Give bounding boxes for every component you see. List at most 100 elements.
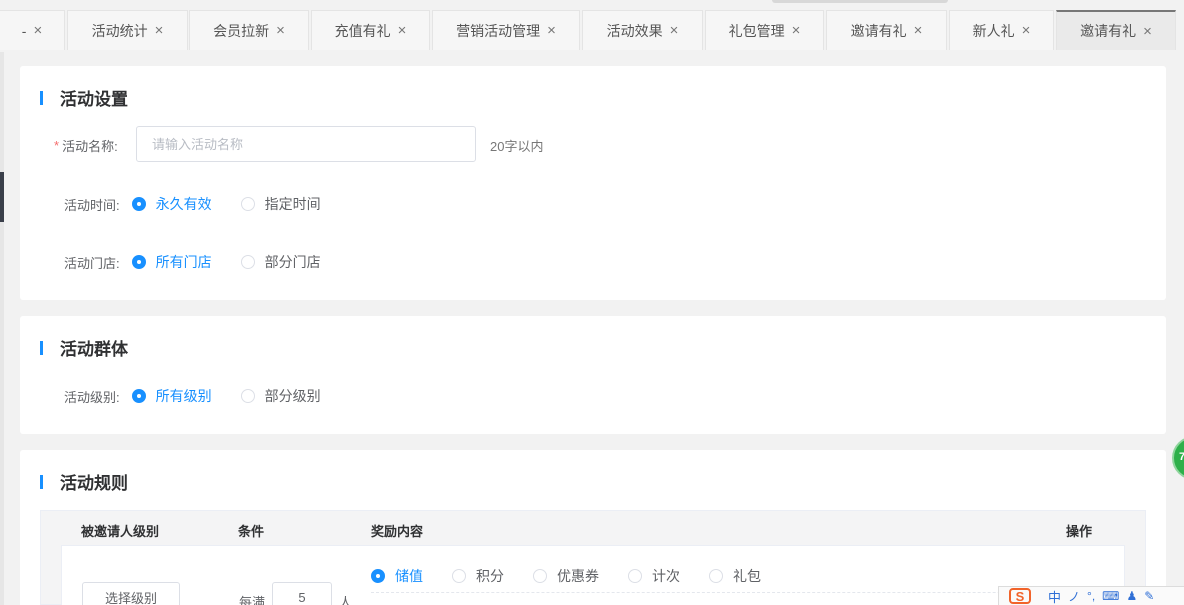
name-label-row: * 活动名称: xyxy=(54,136,118,155)
radio-some-levels[interactable]: 部分级别 xyxy=(240,386,321,406)
name-label: 活动名称: xyxy=(62,139,118,154)
close-icon[interactable]: × xyxy=(1022,23,1031,38)
radio-some-stores[interactable]: 部分门店 xyxy=(240,252,321,272)
close-icon[interactable]: × xyxy=(33,23,42,38)
header-action: 操作 xyxy=(1066,524,1093,539)
title-accent-bar xyxy=(40,90,43,105)
level-label: 活动级别: xyxy=(64,389,120,405)
close-icon[interactable]: × xyxy=(670,23,679,38)
tab-label: 礼包管理 xyxy=(728,22,785,39)
store-row: 活动门店: 所有门店 部分门店 xyxy=(64,252,350,272)
radio-dot-icon[interactable] xyxy=(240,389,255,403)
ime-settings-icon[interactable]: ✎ xyxy=(1144,589,1154,603)
radio-label: 积分 xyxy=(476,568,504,584)
tab-label: 新人礼 xyxy=(972,22,1015,39)
radio-all-levels[interactable]: 所有级别 xyxy=(131,386,212,406)
condition-prefix: 每满 xyxy=(239,595,266,605)
close-icon[interactable]: × xyxy=(1143,24,1152,39)
ime-punctuation-icon[interactable]: °, xyxy=(1087,589,1095,603)
tab-marketing-management[interactable]: 营销活动管理 × xyxy=(432,10,580,50)
close-icon[interactable]: × xyxy=(547,23,556,38)
radio-dot-icon[interactable] xyxy=(533,569,547,583)
radio-specified-time[interactable]: 指定时间 xyxy=(240,194,321,214)
condition-unit: 人 xyxy=(339,595,353,605)
radio-label: 优惠券 xyxy=(557,568,599,584)
radio-reward-stored-value[interactable]: 储值 xyxy=(371,566,423,586)
activity-name-input[interactable] xyxy=(136,126,476,162)
radio-dot-icon[interactable] xyxy=(709,569,723,583)
store-label: 活动门店: xyxy=(64,255,120,271)
radio-reward-gift-pack[interactable]: 礼包 xyxy=(709,566,761,586)
tab-label: 邀请有礼 xyxy=(1080,23,1137,39)
tab-activity-stats[interactable]: 活动统计 × xyxy=(67,10,188,50)
tab-label: 营销活动管理 xyxy=(456,22,541,39)
title-accent-bar xyxy=(40,474,43,489)
radio-label: 储值 xyxy=(395,568,423,584)
tab-invite-gift-active[interactable]: 邀请有礼 × xyxy=(1056,10,1176,50)
tab-member-acquisition[interactable]: 会员拉新 × xyxy=(189,10,309,50)
tab-label: 活动效果 xyxy=(606,22,663,39)
tab-activity-effect[interactable]: 活动效果 × xyxy=(582,10,703,50)
radio-label: 部分门店 xyxy=(264,254,321,270)
group-title: 活动群体 xyxy=(40,335,128,360)
sidebar-edge xyxy=(0,52,4,605)
tab-newcomer-gift[interactable]: 新人礼 × xyxy=(949,10,1054,50)
radio-dot-icon[interactable] xyxy=(131,389,146,403)
radio-dot-icon[interactable] xyxy=(131,197,146,211)
floating-assistant-ball[interactable]: 7 xyxy=(1172,436,1184,480)
time-label: 活动时间: xyxy=(64,197,120,213)
select-level-button[interactable]: 选择级别 xyxy=(82,582,180,605)
radio-dot-icon[interactable] xyxy=(240,197,255,211)
sogou-logo-icon[interactable]: S xyxy=(1009,588,1031,604)
close-icon[interactable]: × xyxy=(398,23,407,38)
tab-invite-gift[interactable]: 邀请有礼 × xyxy=(826,10,947,50)
level-row: 活动级别: 所有级别 部分级别 xyxy=(64,386,350,406)
sidebar-edge-highlight xyxy=(0,172,4,222)
floating-ball-text: 7 xyxy=(1179,451,1184,463)
close-icon[interactable]: × xyxy=(792,23,801,38)
tab-gift-pack-management[interactable]: 礼包管理 × xyxy=(705,10,824,50)
radio-label: 所有级别 xyxy=(155,388,212,404)
radio-reward-count[interactable]: 计次 xyxy=(628,566,680,586)
radio-dot-icon[interactable] xyxy=(371,569,385,583)
tab-overflow[interactable]: - × xyxy=(0,10,65,50)
condition-count-input[interactable] xyxy=(272,582,332,605)
radio-label: 永久有效 xyxy=(155,196,212,212)
ime-halfwidth-icon[interactable]: ノ xyxy=(1068,588,1080,605)
tab-recharge-gift[interactable]: 充值有礼 × xyxy=(311,10,430,50)
radio-label: 礼包 xyxy=(733,568,761,584)
settings-title: 活动设置 xyxy=(40,85,128,110)
header-invitee-level: 被邀请人级别 xyxy=(81,524,160,539)
radio-reward-points[interactable]: 积分 xyxy=(452,566,504,586)
close-icon[interactable]: × xyxy=(155,23,164,38)
tab-label: 充值有礼 xyxy=(334,22,391,39)
radio-dot-icon[interactable] xyxy=(628,569,642,583)
group-card xyxy=(20,316,1166,434)
time-row: 活动时间: 永久有效 指定时间 xyxy=(64,194,350,214)
tab-bar: - × 活动统计 × 会员拉新 × 充值有礼 × 营销活动管理 × 活动效果 ×… xyxy=(0,0,1184,52)
close-icon[interactable]: × xyxy=(914,23,923,38)
ime-chinese-mode[interactable]: 中 xyxy=(1048,587,1061,605)
radio-all-stores[interactable]: 所有门店 xyxy=(131,252,212,272)
tab-label: 邀请有礼 xyxy=(850,22,907,39)
close-icon[interactable]: × xyxy=(276,23,285,38)
tab-label: 会员拉新 xyxy=(213,22,270,39)
header-condition: 条件 xyxy=(238,524,265,539)
radio-dot-icon[interactable] xyxy=(131,255,146,269)
title-accent-bar xyxy=(40,340,43,355)
header-reward: 奖励内容 xyxy=(371,524,424,539)
top-popup-edge xyxy=(772,0,948,3)
rules-title-text: 活动规则 xyxy=(60,474,128,493)
radio-label: 部分级别 xyxy=(264,388,321,404)
ime-toolbar: S 中 ノ °, ⌨ ♟ ✎ xyxy=(998,586,1184,605)
name-length-hint: 20字以内 xyxy=(490,139,544,154)
radio-permanent[interactable]: 永久有效 xyxy=(131,194,212,214)
required-mark: * xyxy=(54,138,60,153)
reward-type-row: 储值 积分 优惠券 计次 礼包 xyxy=(371,566,790,586)
radio-dot-icon[interactable] xyxy=(240,255,255,269)
radio-reward-coupon[interactable]: 优惠券 xyxy=(533,566,599,586)
ime-keyboard-icon[interactable]: ⌨ xyxy=(1102,589,1119,603)
radio-label: 计次 xyxy=(652,568,680,584)
radio-dot-icon[interactable] xyxy=(452,569,466,583)
ime-user-icon[interactable]: ♟ xyxy=(1127,589,1138,603)
